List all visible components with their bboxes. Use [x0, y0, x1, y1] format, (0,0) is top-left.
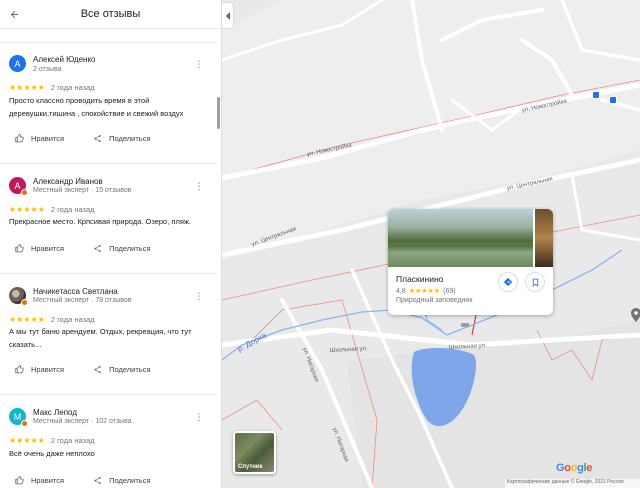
chevron-left-icon [225, 11, 230, 20]
directions-button[interactable] [498, 272, 518, 292]
map-attribution[interactable]: Картографические данные © Google, 2021 Р… [505, 479, 640, 488]
review-rating: ★★★★★ 2 года назад [9, 315, 95, 324]
place-card[interactable]: Пласкинино 4,8 ★★★★★ (69) Природный запо… [388, 209, 553, 315]
review-text: Всё очень даже неплохо [9, 449, 95, 458]
more-options-icon[interactable]: ⋮ [194, 182, 204, 191]
share-icon [94, 134, 101, 143]
review-text: А мы тут баню арендуем. Отдых, рекреация… [9, 327, 192, 349]
location-pin-icon[interactable] [631, 308, 640, 322]
review-date: 2 года назад [50, 205, 95, 214]
review-text: Прекрасное место. Крпсивая природа. Озер… [9, 217, 191, 226]
more-options-icon[interactable]: ⋮ [194, 292, 204, 301]
review-actions: Нравится Поделиться [15, 134, 151, 143]
more-options-icon[interactable]: ⋮ [194, 60, 204, 69]
bus-stop-icon[interactable] [609, 96, 617, 104]
review-rating: ★★★★★ 2 года назад [9, 83, 95, 92]
review-actions: Нравится Поделиться [15, 476, 151, 485]
stars-icon: ★★★★★ [9, 436, 45, 445]
place-type: Природный заповедник [396, 297, 473, 304]
divider [0, 42, 217, 43]
review-text: Просто классно проводить время в этой де… [9, 96, 184, 118]
google-logo: Google [556, 462, 593, 474]
local-guide-badge-icon [21, 420, 28, 427]
reviewer-name[interactable]: Александр Иванов [33, 177, 103, 186]
scrollbar-thumb[interactable] [217, 97, 220, 129]
arrow-back-icon [10, 10, 18, 18]
panel-header: Все отзывы [0, 0, 221, 29]
thumb-up-icon [15, 365, 24, 374]
reviewer-name[interactable]: Начикетасса Светлана [33, 287, 118, 296]
bookmark-icon [532, 278, 538, 287]
review-date: 2 года назад [50, 315, 95, 324]
review-date: 2 года назад [50, 436, 95, 445]
share-button[interactable]: Поделиться [93, 365, 151, 374]
share-button[interactable]: Поделиться [93, 476, 151, 485]
share-button[interactable]: Поделиться [93, 134, 151, 143]
divider [0, 273, 217, 274]
local-guide-badge-icon [21, 299, 28, 306]
stars-icon: ★★★★★ [9, 83, 45, 92]
satellite-layer-toggle[interactable]: Спутник [233, 431, 276, 474]
place-name[interactable]: Пласкинино [396, 274, 443, 284]
share-icon [94, 476, 101, 485]
reviewer-meta: Местный эксперт · 102 отзыва [33, 418, 132, 425]
review-rating: ★★★★★ 2 года назад [9, 205, 95, 214]
avatar[interactable]: А [9, 177, 28, 196]
save-button[interactable] [525, 272, 545, 292]
like-button[interactable]: Нравится [15, 476, 64, 485]
review-date: 2 года назад [50, 83, 95, 92]
place-rating: 4,8 ★★★★★ (69) [396, 287, 456, 296]
panel-title: Все отзывы [80, 8, 141, 20]
scrollbar[interactable] [217, 30, 221, 488]
divider [0, 394, 217, 395]
place-photo[interactable] [388, 209, 533, 267]
local-guide-badge-icon [21, 189, 28, 196]
like-button[interactable]: Нравится [15, 134, 64, 143]
more-options-icon[interactable]: ⋮ [194, 413, 204, 422]
share-button[interactable]: Поделиться [93, 244, 151, 253]
place-photo-secondary[interactable] [535, 209, 553, 267]
review-actions: Нравится Поделиться [15, 244, 151, 253]
stars-icon: ★★★★★ [9, 205, 45, 214]
like-button[interactable]: Нравится [15, 365, 64, 374]
reviews-panel: Все отзывы А Алексей Юденко 2 отзыва ⋮ ★… [0, 0, 222, 488]
bus-stop-icon[interactable] [592, 91, 600, 99]
reviewer-meta: Местный эксперт · 15 отзывов [33, 187, 132, 194]
reviewer-meta: 2 отзыва [33, 66, 62, 73]
share-icon [94, 365, 101, 374]
like-button[interactable]: Нравится [15, 244, 64, 253]
review-actions: Нравится Поделиться [15, 365, 151, 374]
thumb-up-icon [15, 134, 24, 143]
divider [0, 163, 217, 164]
stars-icon: ★★★★★ [408, 288, 441, 295]
share-icon [94, 244, 101, 253]
stars-icon: ★★★★★ [9, 315, 45, 324]
collapse-panel-button[interactable] [222, 2, 234, 29]
review-rating: ★★★★★ 2 года назад [9, 436, 95, 445]
thumb-up-icon [15, 476, 24, 485]
avatar[interactable]: М [9, 408, 28, 427]
reviewer-meta: Местный эксперт · 78 отзывов [33, 297, 132, 304]
reviewer-name[interactable]: Макс Лепод [33, 408, 77, 417]
thumb-up-icon [15, 244, 24, 253]
back-button[interactable] [0, 0, 28, 29]
avatar[interactable] [9, 287, 28, 306]
directions-icon [503, 277, 513, 287]
reviewer-name[interactable]: Алексей Юденко [33, 55, 95, 64]
avatar[interactable]: А [9, 55, 26, 72]
